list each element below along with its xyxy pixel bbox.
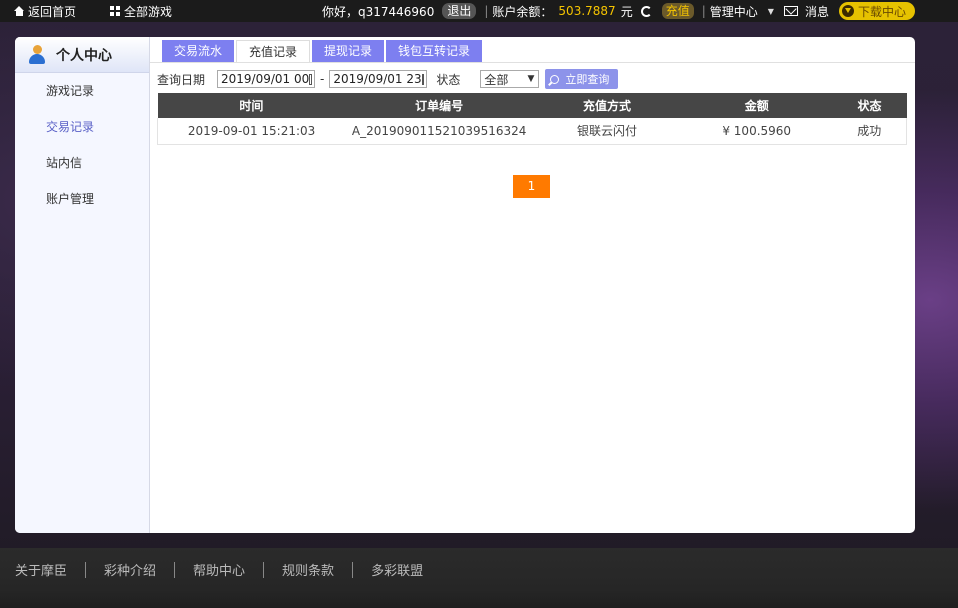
home-link[interactable]: 返回首页 bbox=[14, 0, 76, 22]
mail-icon[interactable] bbox=[783, 6, 798, 16]
footer-links: 关于摩臣 彩种介绍 帮助中心 规则条款 多彩联盟 bbox=[15, 560, 423, 579]
footer-link-terms[interactable]: 规则条款 bbox=[282, 560, 334, 579]
account-area: 你好，q317446960 退出 | 账户余额： 503.7887 元 充值 |… bbox=[322, 0, 829, 22]
divider: | bbox=[484, 4, 489, 18]
col-status: 状态 bbox=[832, 93, 907, 118]
balance-unit: 元 bbox=[620, 4, 633, 19]
date-label: 查询日期 bbox=[157, 72, 206, 87]
download-label: 下载中心 bbox=[858, 4, 907, 19]
cell-order-no: A_20190901152103951632​4 bbox=[345, 118, 534, 145]
footer: 关于摩臣 彩种介绍 帮助中心 规则条款 多彩联盟 bbox=[0, 548, 958, 608]
date-range-dash: - bbox=[320, 72, 325, 86]
tab-bar: 交易流水 充值记录 提现记录 钱包互转记录 bbox=[162, 40, 484, 62]
sidebar-item-transactions[interactable]: 交易记录 bbox=[15, 109, 149, 145]
sidebar-item-game-records[interactable]: 游戏记录 bbox=[15, 73, 149, 109]
tab-transaction-flow[interactable]: 交易流水 bbox=[162, 40, 235, 62]
calendar-icon[interactable] bbox=[421, 73, 425, 85]
search-button[interactable]: 立即查询 bbox=[545, 69, 619, 89]
main-panel: 个人中心 游戏记录 交易记录 站内信 账户管理 交易流水 充值记录 提现记录 钱… bbox=[15, 37, 915, 533]
footer-link-lottery-intro[interactable]: 彩种介绍 bbox=[104, 560, 156, 579]
divider bbox=[352, 561, 354, 578]
sidebar-item-inbox[interactable]: 站内信 bbox=[15, 145, 149, 181]
home-icon bbox=[14, 6, 25, 16]
messages-link[interactable]: 消息 bbox=[805, 3, 829, 20]
footer-link-alliance[interactable]: 多彩联盟 bbox=[371, 560, 423, 579]
divider bbox=[85, 561, 87, 578]
refresh-icon[interactable] bbox=[640, 5, 652, 17]
status-label: 状态 bbox=[436, 72, 461, 87]
sidebar-title: 个人中心 bbox=[56, 47, 112, 64]
col-method: 充值方式 bbox=[533, 93, 681, 118]
sidebar: 个人中心 游戏记录 交易记录 站内信 账户管理 bbox=[15, 37, 150, 533]
chevron-down-icon: ▼ bbox=[527, 74, 535, 84]
chevron-down-icon[interactable]: ▼ bbox=[768, 7, 774, 16]
sidebar-header: 个人中心 bbox=[15, 37, 149, 73]
cell-status: 成功 bbox=[832, 118, 907, 145]
balance-label: 账户余额： bbox=[492, 4, 553, 19]
end-date-value: 2019/09/01 23 bbox=[333, 72, 422, 86]
cell-time: 2019-09-01 15:21:03 bbox=[157, 118, 346, 145]
manage-center-link[interactable]: 管理中心 bbox=[710, 3, 758, 20]
tab-recharge-records[interactable]: 充值记录 bbox=[236, 40, 311, 62]
col-amount: 金额 bbox=[680, 93, 833, 118]
grid-icon bbox=[110, 6, 120, 16]
logout-button[interactable]: 退出 bbox=[442, 3, 477, 19]
search-button-label: 立即查询 bbox=[565, 73, 610, 86]
start-date-value: 2019/09/01 00 bbox=[221, 72, 310, 86]
top-bar: 返回首页 全部游戏 你好，q317446960 退出 | 账户余额： 503.7… bbox=[0, 0, 958, 22]
greeting: 你好，q317446960 bbox=[322, 4, 435, 19]
cell-method: 银联云闪付 bbox=[533, 118, 681, 145]
recharge-button[interactable]: 充值 bbox=[661, 3, 694, 19]
balance-value: 503.7887 bbox=[558, 4, 616, 18]
tab-withdraw-records[interactable]: 提现记录 bbox=[312, 40, 385, 62]
download-center-button[interactable]: 下载中心 bbox=[839, 2, 915, 20]
status-select[interactable]: 全部 ▼ bbox=[480, 70, 540, 88]
calendar-icon[interactable] bbox=[309, 73, 313, 85]
table-header-row: 时间 订单编号 充值方式 金额 状态 bbox=[157, 93, 907, 118]
home-label: 返回首页 bbox=[28, 4, 77, 19]
search-icon bbox=[550, 74, 560, 84]
all-games-label: 全部游戏 bbox=[124, 4, 173, 19]
download-icon bbox=[842, 5, 854, 17]
query-bar: 查询日期 2019/09/01 00 - 2019/09/01 23 状态 全部… bbox=[157, 68, 619, 90]
sidebar-item-account[interactable]: 账户管理 bbox=[15, 181, 149, 217]
footer-link-about[interactable]: 关于摩臣 bbox=[15, 560, 67, 579]
col-time: 时间 bbox=[157, 93, 346, 118]
divider bbox=[174, 561, 176, 578]
tab-wallet-transfer[interactable]: 钱包互转记录 bbox=[386, 40, 483, 62]
tab-divider bbox=[150, 62, 915, 63]
start-date-input[interactable]: 2019/09/01 00 bbox=[217, 70, 316, 88]
end-date-input[interactable]: 2019/09/01 23 bbox=[329, 70, 428, 88]
col-order-no: 订单编号 bbox=[345, 93, 534, 118]
content-area: 交易流水 充值记录 提现记录 钱包互转记录 查询日期 2019/09/01 00… bbox=[150, 37, 915, 533]
divider bbox=[263, 561, 265, 578]
divider: | bbox=[701, 4, 706, 18]
footer-link-help[interactable]: 帮助中心 bbox=[193, 560, 245, 579]
page-1-button[interactable]: 1 bbox=[513, 175, 550, 198]
user-icon bbox=[28, 44, 46, 65]
cell-amount: ¥ 100.5960 bbox=[680, 118, 833, 145]
all-games-link[interactable]: 全部游戏 bbox=[110, 0, 172, 22]
recharge-records-table: 时间 订单编号 充值方式 金额 状态 2019-09-01 15:21:03 A… bbox=[157, 93, 907, 145]
table-row: 2019-09-01 15:21:03 A_201909011521039516… bbox=[157, 118, 907, 145]
status-select-value: 全部 bbox=[484, 72, 509, 87]
